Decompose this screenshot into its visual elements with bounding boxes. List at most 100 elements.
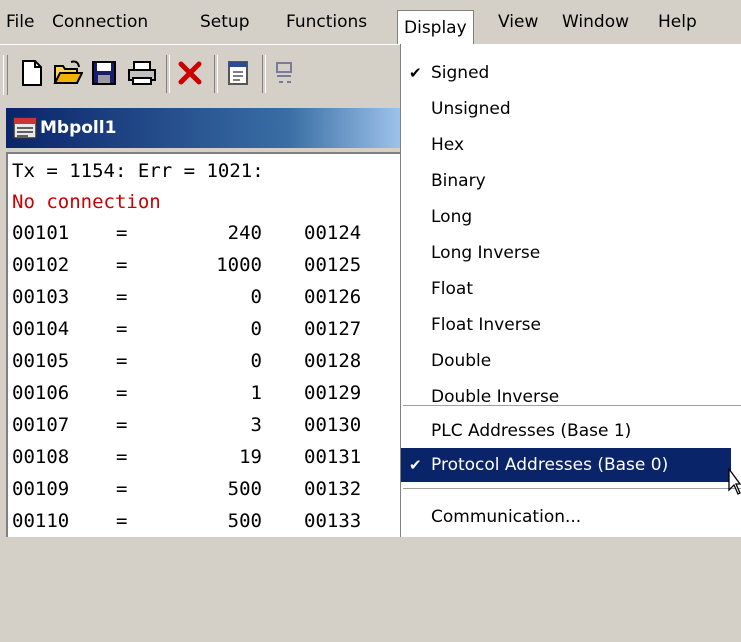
register-address: 00129 [304, 382, 362, 404]
open-folder-icon[interactable] [50, 55, 86, 91]
register-value[interactable]: 0 [162, 286, 262, 308]
equals-sign: = [116, 318, 128, 340]
toolbar-separator [214, 55, 218, 93]
menu-help[interactable]: Help [658, 0, 697, 44]
menu-item-label: Long Inverse [431, 243, 541, 263]
check-icon: ✔ [409, 64, 422, 82]
menu-item-label: Communication... [431, 507, 582, 527]
menu-connection[interactable]: Connection [52, 0, 148, 44]
toolbar-separator [262, 55, 266, 93]
register-value[interactable]: 500 [162, 510, 262, 532]
menu-item-long[interactable]: Long [401, 200, 741, 234]
new-document-icon[interactable] [14, 55, 50, 91]
menu-separator [403, 488, 741, 489]
menu-separator [403, 405, 741, 406]
register-value[interactable]: 1 [162, 382, 262, 404]
register-row: 00110 = 500 00133 [12, 510, 412, 542]
delete-x-icon[interactable] [172, 55, 208, 91]
menu-item-binary[interactable]: Binary [401, 164, 741, 198]
register-value[interactable]: 240 [162, 222, 262, 244]
register-address: 00130 [304, 414, 362, 436]
register-value[interactable]: 1000 [162, 254, 262, 276]
save-disk-icon[interactable] [86, 55, 122, 91]
register-address: 00131 [304, 446, 362, 468]
menu-item-label: Signed [431, 63, 490, 83]
menu-item-label: Protocol Addresses (Base 0) [431, 455, 669, 475]
equals-sign: = [116, 382, 128, 404]
menu-window[interactable]: Window [562, 0, 629, 44]
menu-item-hex[interactable]: Hex [401, 128, 741, 162]
menu-item-label: Hex [431, 135, 465, 155]
menu-setup[interactable]: Setup [200, 0, 249, 44]
register-address: 00132 [304, 478, 362, 500]
toolbar-separator [166, 55, 170, 93]
document-app-icon [13, 117, 37, 139]
menu-item-label: Binary [431, 171, 486, 191]
register-row: 00109 = 500 00132 [12, 478, 412, 510]
register-row: 00104 = 0 00127 [12, 318, 412, 350]
menu-item-long-inverse[interactable]: Long Inverse [401, 236, 741, 270]
toolbar-grip[interactable] [3, 55, 8, 95]
menu-file[interactable]: File [6, 0, 34, 44]
menu-item-signed[interactable]: ✔ Signed [401, 56, 741, 90]
mbpoll-child-window: Mbpoll1 Tx = 1154: Err = 1021: No connec… [0, 108, 410, 537]
register-display[interactable]: Tx = 1154: Err = 1021: No connection 001… [6, 152, 410, 537]
register-address: 00128 [304, 350, 362, 372]
menu-item-float-inverse[interactable]: Float Inverse [401, 308, 741, 342]
register-address: 00125 [304, 254, 362, 276]
register-address: 00102 [12, 254, 70, 276]
menu-view[interactable]: View [498, 0, 538, 44]
child-title-bar[interactable]: Mbpoll1 [6, 108, 410, 148]
register-row: 00103 = 0 00126 [12, 286, 412, 318]
register-value[interactable]: 0 [162, 350, 262, 372]
menu-item-protocol-addresses[interactable]: ✔ Protocol Addresses (Base 0) [401, 448, 731, 482]
register-value[interactable]: 19 [162, 446, 262, 468]
register-address: 00127 [304, 318, 362, 340]
register-address: 00106 [12, 382, 70, 404]
menu-display[interactable]: Display [397, 10, 474, 44]
menu-item-label: Float Inverse [431, 315, 542, 335]
register-address: 00126 [304, 286, 362, 308]
equals-sign: = [116, 414, 128, 436]
register-row: 00105 = 0 00128 [12, 350, 412, 382]
read-registers-icon[interactable] [268, 55, 304, 91]
register-row: 00102 = 1000 00125 [12, 254, 412, 286]
equals-sign: = [116, 510, 128, 532]
register-address: 00108 [12, 446, 70, 468]
menu-item-plc-addresses[interactable]: PLC Addresses (Base 1) [401, 414, 741, 448]
register-address: 00124 [304, 222, 362, 244]
menu-item-label: Double [431, 351, 492, 371]
menu-item-label: Unsigned [431, 99, 511, 119]
register-row: 00108 = 19 00131 [12, 446, 412, 478]
menu-item-double-inverse[interactable]: Double Inverse [401, 380, 741, 414]
menu-functions[interactable]: Functions [286, 0, 367, 44]
menu-item-communication[interactable]: Communication... [401, 500, 741, 534]
menu-item-label: PLC Addresses (Base 1) [431, 421, 632, 441]
register-row: 00107 = 3 00130 [12, 414, 412, 446]
equals-sign: = [116, 286, 128, 308]
register-value[interactable]: 0 [162, 318, 262, 340]
register-address: 00110 [12, 510, 70, 532]
menu-item-label: Long [431, 207, 473, 227]
menu-item-double[interactable]: Double [401, 344, 741, 378]
register-row: 00106 = 1 00129 [12, 382, 412, 414]
equals-sign: = [116, 350, 128, 372]
register-value[interactable]: 3 [162, 414, 262, 436]
menu-item-label: Double Inverse [431, 387, 560, 407]
register-address: 00103 [12, 286, 70, 308]
equals-sign: = [116, 446, 128, 468]
printer-icon[interactable] [124, 55, 160, 91]
window-icon[interactable] [220, 55, 256, 91]
check-icon: ✔ [409, 456, 422, 474]
connection-status: No connection [12, 191, 161, 213]
register-value[interactable]: 500 [162, 478, 262, 500]
register-address: 00104 [12, 318, 70, 340]
register-row: 00101 = 240 00124 [12, 222, 412, 254]
menu-item-unsigned[interactable]: Unsigned [401, 92, 741, 126]
register-address: 00105 [12, 350, 70, 372]
equals-sign: = [116, 222, 128, 244]
register-address: 00109 [12, 478, 70, 500]
menu-item-label: Float [431, 279, 473, 299]
menu-item-float[interactable]: Float [401, 272, 741, 306]
menu-bar: File Connection Setup Functions Display … [0, 0, 741, 44]
